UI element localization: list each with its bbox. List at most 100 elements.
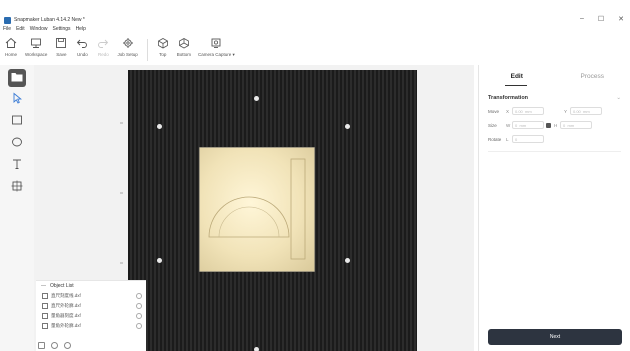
object-list-title: Object List [50, 283, 74, 289]
width-field[interactable]: 0 mm [512, 121, 544, 129]
home-icon [4, 36, 18, 50]
visibility-icon[interactable] [136, 293, 142, 299]
app-window: Snapmaker Luban 4.14.2 New * – ☐ ✕ File … [0, 14, 630, 351]
save-icon [54, 36, 68, 50]
y-value: 0.00 [573, 108, 581, 114]
visibility-icon[interactable] [136, 303, 142, 309]
job-setup-button[interactable]: Job Setup [117, 36, 138, 57]
height-field[interactable]: 0 mm [560, 121, 592, 129]
close-button[interactable]: ✕ [618, 15, 624, 23]
top-button[interactable]: Top [156, 36, 170, 57]
tab-edit[interactable]: Edit [479, 65, 555, 89]
next-button[interactable]: Next [488, 329, 622, 345]
camera-capture-label: Camera Capture ▾ [197, 52, 235, 57]
visibility-icon[interactable] [136, 313, 142, 319]
open-file-tool[interactable] [8, 69, 26, 87]
material-photo [198, 146, 316, 273]
object-type-icon [42, 313, 48, 319]
bed-marker [254, 347, 259, 351]
ellipse-tool[interactable] [8, 135, 26, 153]
window-title: Snapmaker Luban 4.14.2 New * [14, 17, 85, 23]
folder-icon [11, 69, 23, 87]
tab-process[interactable]: Process [555, 65, 630, 89]
bed-marker [157, 258, 162, 263]
h-value: 0 [563, 122, 566, 128]
object-type-icon [42, 323, 48, 329]
menu-bar: File Edit Window Settings Help [3, 26, 86, 34]
w-unit: mm [519, 122, 527, 128]
workspace-label: Workspace [25, 52, 48, 57]
workspace-button[interactable]: Workspace [25, 36, 47, 57]
rotate-value: 0 [515, 136, 518, 142]
bottom-view-icon [177, 36, 191, 50]
section-title: Transformation [488, 95, 529, 101]
list-item[interactable]: 量角器刻度.dxf [36, 311, 146, 321]
redo-label: Redo [98, 52, 109, 57]
workspace-icon [29, 36, 43, 50]
move-label: Move [488, 108, 500, 114]
object-list-header[interactable]: — Object List [36, 281, 146, 291]
w-value: 0 [515, 122, 518, 128]
bed-marker [345, 124, 350, 129]
rotate-label: Rotate [488, 136, 502, 142]
home-button[interactable]: Home [4, 36, 18, 57]
toolbar-divider [146, 39, 148, 61]
undo-icon [75, 36, 89, 50]
rotate-row: Rotate L 0 [479, 135, 630, 143]
rectangle-tool[interactable] [8, 113, 26, 131]
lock-icon[interactable] [546, 122, 551, 128]
visibility-icon[interactable] [136, 323, 142, 329]
bed-marker [254, 96, 259, 101]
menu-help[interactable]: Help [76, 26, 86, 34]
undo-label: Undo [77, 52, 88, 57]
zoom-in-icon[interactable] [64, 342, 71, 349]
camera-capture-button[interactable]: Camera Capture ▾ [198, 36, 235, 58]
zoom-out-icon[interactable] [51, 342, 58, 349]
list-item[interactable]: 直尺外轮廓.dxf [36, 301, 146, 311]
camera-icon [209, 36, 223, 50]
size-row: Size W 0 mm H 0 mm [479, 121, 630, 129]
rectangle-icon [11, 113, 23, 131]
image-trace-icon [11, 179, 23, 197]
add-object-icon[interactable] [38, 342, 45, 349]
undo-button[interactable]: Undo [75, 36, 89, 57]
x-value: 0.00 [515, 108, 523, 114]
list-item[interactable]: 直尺刻度线.dxf [36, 291, 146, 301]
bed-marker [345, 258, 350, 263]
menu-file[interactable]: File [3, 26, 11, 34]
job-setup-label: Job Setup [117, 52, 138, 57]
object-name: 量角器刻度.dxf [51, 313, 81, 318]
x-field[interactable]: 0.00 mm [512, 107, 544, 115]
list-item[interactable]: 量角外轮廓.dxf [36, 321, 146, 331]
select-tool[interactable] [8, 91, 26, 109]
trace-tool[interactable] [8, 179, 26, 197]
menu-edit[interactable]: Edit [16, 26, 25, 34]
y-unit: mm [583, 108, 590, 114]
menu-window[interactable]: Window [30, 26, 48, 34]
chevron-down-icon[interactable]: ⌄ [616, 95, 621, 101]
collapse-icon[interactable]: — [41, 283, 46, 289]
ruler-protractor-outline [198, 146, 316, 273]
text-tool[interactable] [8, 157, 26, 175]
object-list-footer [38, 342, 71, 349]
bottom-label: Bottom [176, 52, 191, 57]
y-field[interactable]: 0.00 mm [570, 107, 602, 115]
gear-icon [121, 36, 135, 50]
bed-marker [157, 124, 162, 129]
menu-settings[interactable]: Settings [52, 26, 70, 34]
minimize-button[interactable]: – [580, 15, 584, 23]
app-logo-icon [4, 16, 11, 24]
object-name: 量角外轮廓.dxf [51, 323, 81, 328]
x-unit: mm [525, 108, 532, 114]
redo-button[interactable]: Redo [96, 36, 110, 57]
rotate-field[interactable]: 0 [512, 135, 544, 143]
properties-panel: Edit Process Transformation ⌄ Move X 0.0… [478, 65, 630, 351]
text-icon [11, 157, 23, 175]
top-label: Top [159, 52, 167, 57]
left-tool-strip [0, 65, 34, 351]
transformation-section[interactable]: Transformation ⌄ [479, 95, 630, 101]
maximize-button[interactable]: ☐ [598, 15, 604, 23]
bottom-button[interactable]: Bottom [177, 36, 191, 57]
move-row: Move X 0.00 mm Y 0.00 mm [479, 107, 630, 115]
save-button[interactable]: Save [54, 36, 68, 57]
